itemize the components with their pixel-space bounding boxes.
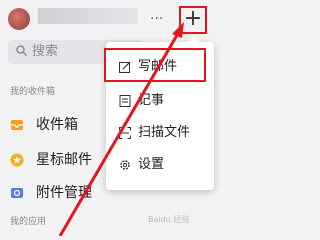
menu-item-label: 扫描文件 xyxy=(138,125,191,140)
account-name-blurred xyxy=(38,8,138,24)
inbox-icon xyxy=(11,120,23,130)
search-icon xyxy=(16,45,27,56)
menu-item-note[interactable]: 记事 xyxy=(106,86,214,116)
folder-label: 附件管理 xyxy=(36,185,92,201)
gear-icon xyxy=(120,160,130,170)
compose-highlight-box xyxy=(104,48,206,82)
menu-item-label: 记事 xyxy=(138,93,165,108)
star-icon xyxy=(10,153,24,167)
top-bar: ... + xyxy=(0,0,214,40)
search-placeholder: 搜索 xyxy=(32,44,59,59)
folder-label: 星标邮件 xyxy=(36,152,92,168)
add-button[interactable]: + xyxy=(181,8,205,32)
menu-item-scan[interactable]: 扫描文件 xyxy=(106,118,214,148)
attachment-icon xyxy=(11,188,23,198)
folder-label: 收件箱 xyxy=(36,117,78,133)
avatar[interactable] xyxy=(8,8,30,30)
watermark: Baidu 经验 xyxy=(148,215,190,224)
menu-item-label: 设置 xyxy=(138,157,165,172)
menu-item-settings[interactable]: 设置 xyxy=(106,150,214,180)
section-apps: 我的应用 xyxy=(10,217,47,227)
section-mailboxes: 我的收件箱 xyxy=(10,87,56,97)
scan-icon xyxy=(119,127,131,139)
plus-highlight-box: + xyxy=(179,6,207,34)
note-icon xyxy=(119,95,131,107)
more-indicator: ... xyxy=(150,7,164,23)
